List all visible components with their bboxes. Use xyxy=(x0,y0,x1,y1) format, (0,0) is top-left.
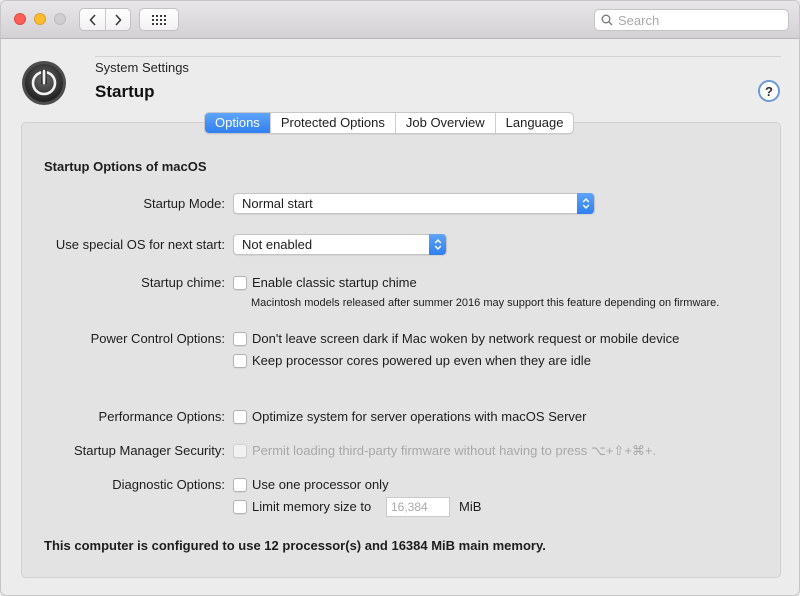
startup-chime-option: Enable classic startup chime xyxy=(252,275,417,290)
startup-mode-value: Normal start xyxy=(242,196,313,211)
startup-chime-row[interactable]: Enable classic startup chime xyxy=(233,275,417,290)
grid-icon xyxy=(152,14,166,25)
diagnostic-label: Diagnostic Options: xyxy=(112,477,225,492)
startup-chime-note: Macintosh models released after summer 2… xyxy=(251,297,720,309)
one-processor-checkbox[interactable] xyxy=(233,477,247,492)
special-os-select[interactable]: Not enabled xyxy=(233,234,447,255)
page-title: Startup xyxy=(95,82,155,101)
power-option-1-text: Don't leave screen dark if Mac woken by … xyxy=(252,331,680,346)
section-title: Startup Options of macOS xyxy=(44,159,207,174)
chevron-left-icon xyxy=(88,13,96,26)
power-option-1-checkbox[interactable] xyxy=(233,331,247,346)
tab-protected-options[interactable]: Protected Options xyxy=(269,113,395,133)
performance-checkbox[interactable] xyxy=(233,409,247,424)
security-checkbox xyxy=(233,444,247,458)
title-bar xyxy=(1,1,799,39)
limit-memory-text: Limit memory size to xyxy=(252,499,372,514)
search-icon xyxy=(601,14,613,26)
startup-chime-checkbox[interactable] xyxy=(233,275,247,290)
chevron-right-icon xyxy=(115,13,122,26)
close-window-button[interactable] xyxy=(14,13,26,25)
header-divider xyxy=(95,56,781,57)
one-processor-text: Use one processor only xyxy=(252,477,389,492)
minimize-window-button[interactable] xyxy=(34,13,46,25)
select-arrows-icon xyxy=(577,193,594,214)
special-os-value: Not enabled xyxy=(242,237,313,252)
search-field[interactable] xyxy=(594,9,789,31)
settings-window: System Settings Startup ? Options Protec… xyxy=(0,0,800,596)
zoom-window-button[interactable] xyxy=(54,13,66,25)
limit-memory-checkbox[interactable] xyxy=(233,499,247,514)
power-option-2-row[interactable]: Keep processor cores powered up even whe… xyxy=(233,353,591,368)
memory-size-field[interactable]: 16,384 xyxy=(386,497,450,517)
diagnostic-option-1-row[interactable]: Use one processor only xyxy=(233,477,389,492)
tab-options[interactable]: Options xyxy=(205,113,270,133)
tab-bar: Options Protected Options Job Overview L… xyxy=(204,112,575,134)
special-os-label: Use special OS for next start: xyxy=(55,237,225,252)
help-button[interactable]: ? xyxy=(758,80,780,102)
power-option-2-checkbox[interactable] xyxy=(233,353,247,368)
back-button[interactable] xyxy=(80,9,105,30)
performance-option-row[interactable]: Optimize system for server operations wi… xyxy=(233,409,587,424)
tab-language[interactable]: Language xyxy=(494,113,574,133)
security-option-row: Permit loading third-party firmware with… xyxy=(233,443,656,459)
startup-power-icon xyxy=(21,60,67,106)
memory-unit-label: MiB xyxy=(459,499,482,514)
performance-option-text: Optimize system for server operations wi… xyxy=(252,409,587,424)
startup-chime-label: Startup chime: xyxy=(141,275,225,290)
startup-mode-select[interactable]: Normal start xyxy=(233,193,595,214)
navigation-buttons xyxy=(79,8,131,31)
power-option-1-row[interactable]: Don't leave screen dark if Mac woken by … xyxy=(233,331,679,346)
power-control-label: Power Control Options: xyxy=(90,331,225,346)
search-input[interactable] xyxy=(618,12,778,28)
startup-mode-label: Startup Mode: xyxy=(143,196,225,211)
power-option-2-text: Keep processor cores powered up even whe… xyxy=(252,353,591,368)
diagnostic-option-2-row[interactable]: Limit memory size to xyxy=(233,499,371,514)
breadcrumb: System Settings xyxy=(95,60,189,75)
security-option-text: Permit loading third-party firmware with… xyxy=(252,443,657,458)
security-label: Startup Manager Security: xyxy=(73,443,225,458)
forward-button[interactable] xyxy=(105,9,130,30)
select-arrows-icon xyxy=(429,234,446,255)
system-summary: This computer is configured to use 12 pr… xyxy=(44,538,546,553)
show-all-button[interactable] xyxy=(139,8,179,31)
tab-job-overview[interactable]: Job Overview xyxy=(394,113,495,133)
performance-label: Performance Options: xyxy=(98,409,225,424)
